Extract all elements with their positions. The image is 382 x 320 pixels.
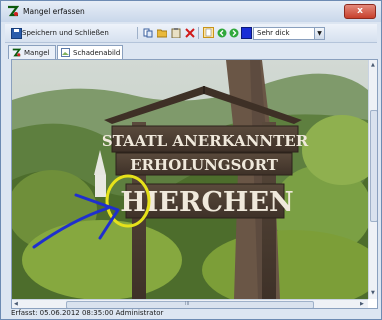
- close-button[interactable]: x: [344, 4, 376, 19]
- scroll-left-icon[interactable]: ◀: [14, 301, 18, 307]
- damage-photo[interactable]: STAATL ANERKANNTER ERHOLUNGSORT HIERCHEN: [12, 60, 368, 299]
- folder-icon[interactable]: [157, 28, 167, 38]
- app-logo-icon: [12, 48, 21, 57]
- chevron-down-icon[interactable]: ▼: [314, 28, 324, 39]
- scroll-right-icon[interactable]: ▶: [360, 301, 364, 307]
- copy-icon[interactable]: [143, 28, 153, 38]
- toolbar-separator: [198, 27, 199, 39]
- save-and-close-button[interactable]: Speichern und Schließen: [10, 26, 135, 40]
- status-bar: Erfasst: 05.06.2012 08:35:00 Administrat…: [5, 308, 377, 318]
- back-icon[interactable]: [217, 28, 227, 38]
- sign-text-line2: ERHOLUNGSORT: [130, 156, 279, 174]
- window-title: Mangel erfassen: [23, 7, 85, 16]
- sign-text-line1: STAATL ANERKANNTER: [102, 132, 309, 150]
- scroll-grip: III: [185, 301, 190, 307]
- status-text: Erfasst: 05.06.2012 08:35:00 Administrat…: [11, 309, 164, 317]
- color-icon[interactable]: [241, 27, 252, 39]
- page-icon[interactable]: [203, 27, 214, 38]
- main-window: Mangel erfassen x Speichern und Schließe…: [0, 0, 382, 320]
- tab-schadenabild[interactable]: Schadenabild: [57, 45, 123, 60]
- tab-mangel[interactable]: Mangel: [8, 45, 56, 59]
- image-panel: STAATL ANERKANNTER ERHOLUNGSORT HIERCHEN…: [11, 59, 378, 309]
- scroll-up-icon[interactable]: ▲: [371, 62, 375, 68]
- delete-icon[interactable]: [185, 28, 195, 38]
- scroll-down-icon[interactable]: ▼: [371, 290, 375, 296]
- tab-mangel-label: Mangel: [24, 49, 50, 57]
- save-and-close-label: Speichern und Schließen: [22, 29, 109, 37]
- floppy-icon: [11, 28, 22, 39]
- vertical-scroll-thumb[interactable]: [370, 110, 377, 222]
- toolbar: Speichern und Schließen Sehr dick ▼: [5, 24, 377, 43]
- vertical-scrollbar[interactable]: ▲ ▼: [368, 60, 377, 299]
- toolbar-separator: [137, 27, 138, 39]
- app-logo-icon: [8, 5, 19, 17]
- image-icon: [61, 48, 70, 57]
- line-width-select[interactable]: Sehr dick ▼: [253, 27, 325, 40]
- clipboard-icon[interactable]: [171, 28, 181, 38]
- tab-schadenabild-label: Schadenabild: [73, 49, 121, 57]
- line-width-value: Sehr dick: [257, 29, 290, 37]
- title-bar: Mangel erfassen x: [1, 1, 381, 22]
- forward-icon[interactable]: [229, 28, 239, 38]
- tab-strip: Mangel Schadenabild: [8, 45, 378, 60]
